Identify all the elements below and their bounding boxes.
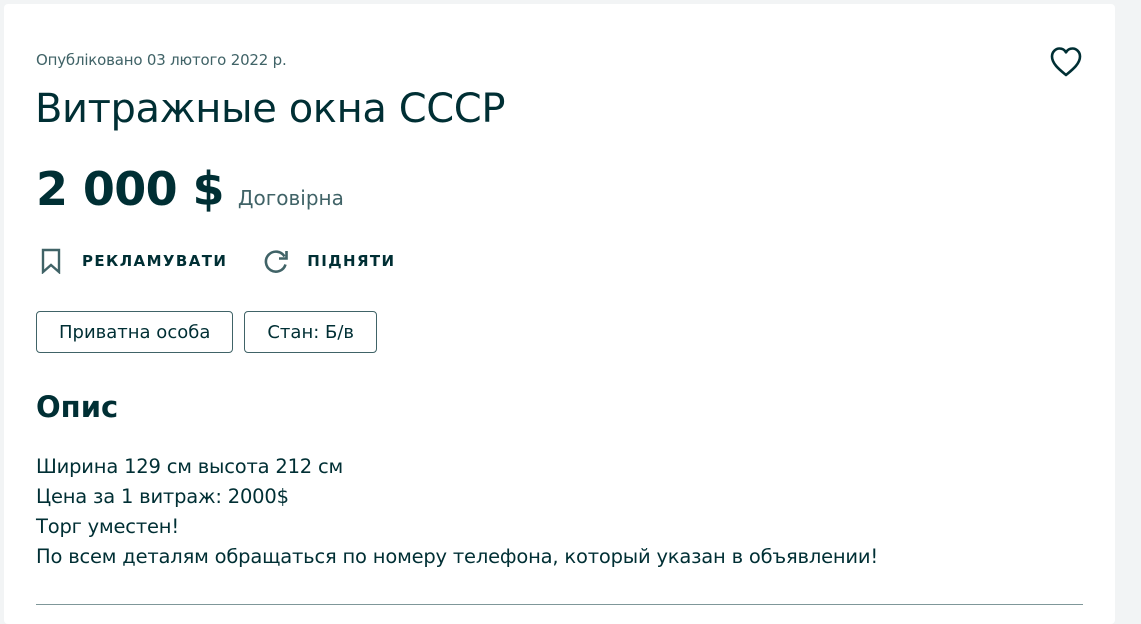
listing-title: Витражные окна СССР bbox=[35, 86, 506, 132]
description-line: Ширина 129 см высота 212 см bbox=[36, 455, 344, 478]
price: 2 000 $ bbox=[36, 162, 224, 216]
favorite-button[interactable] bbox=[1048, 44, 1084, 80]
listing-actions: РЕКЛАМУВАТИ ПІДНЯТИ bbox=[38, 248, 431, 274]
posted-date: Опубліковано 03 лютого 2022 р. bbox=[36, 51, 287, 69]
price-row: 2 000 $ Договірна bbox=[36, 162, 344, 216]
tag-seller-type[interactable]: Приватна особа bbox=[36, 311, 234, 353]
heart-outline-icon bbox=[1050, 47, 1082, 77]
promote-label: РЕКЛАМУВАТИ bbox=[82, 252, 228, 270]
price-negotiable-label: Договірна bbox=[237, 186, 344, 210]
description-line: По всем деталям обращаться по номеру тел… bbox=[36, 545, 879, 568]
tag-list: Приватна особа Стан: Б/в bbox=[36, 311, 388, 353]
bookmark-icon bbox=[41, 248, 61, 274]
description-line: Торг уместен! bbox=[36, 515, 179, 538]
listing-card: Опубліковано 03 лютого 2022 р. Витражные… bbox=[4, 4, 1115, 624]
description-text: Ширина 129 см высота 212 см Цена за 1 ви… bbox=[36, 452, 878, 572]
tag-condition[interactable]: Стан: Б/в bbox=[244, 311, 378, 353]
divider bbox=[36, 604, 1083, 605]
raise-button[interactable]: ПІДНЯТИ bbox=[263, 248, 395, 274]
refresh-icon bbox=[264, 250, 289, 273]
raise-label: ПІДНЯТИ bbox=[307, 252, 396, 270]
description-heading: Опис bbox=[36, 390, 119, 424]
promote-button[interactable]: РЕКЛАМУВАТИ bbox=[38, 248, 227, 274]
description-line: Цена за 1 витраж: 2000$ bbox=[36, 485, 289, 508]
